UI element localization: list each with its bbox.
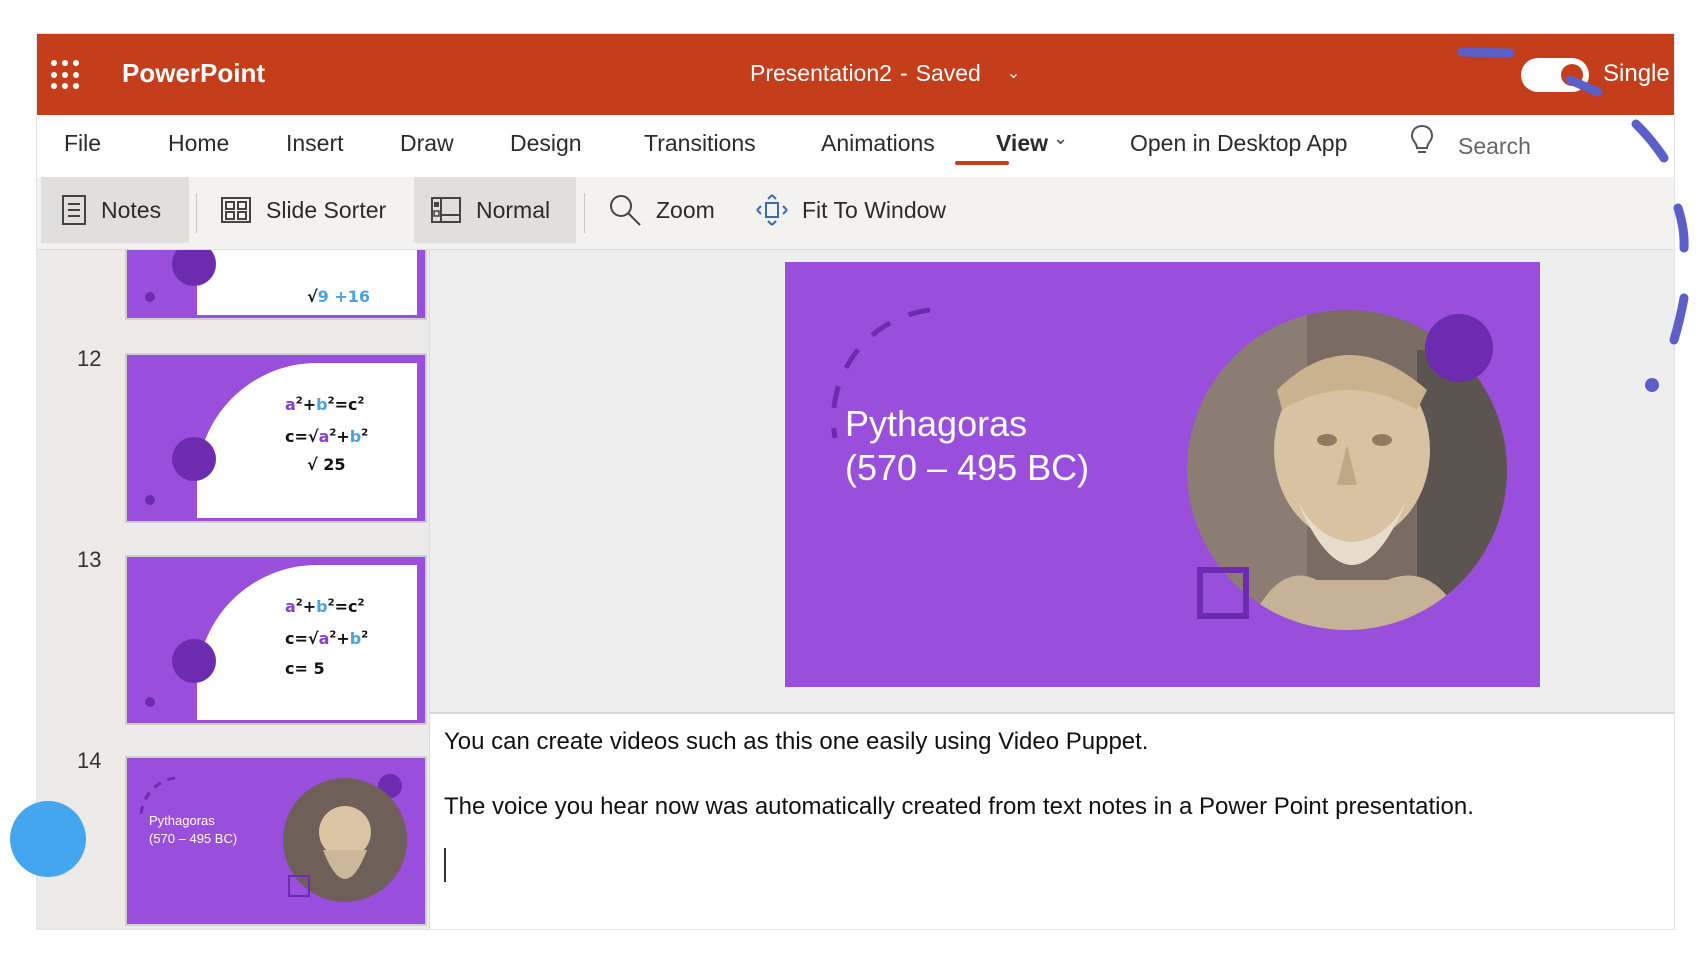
tab-file[interactable]: File <box>64 130 101 157</box>
normal-view-label: Normal <box>476 196 551 223</box>
chevron-down-icon[interactable]: ⌄ <box>1007 63 1020 83</box>
text-caret <box>444 848 446 882</box>
slide-sorter-icon <box>221 197 251 223</box>
tab-insert[interactable]: Insert <box>286 130 344 157</box>
notes-line-2[interactable]: The voice you hear now was automatically… <box>444 793 1474 821</box>
tab-animations[interactable]: Animations <box>821 130 935 157</box>
slide-thumbnail-13[interactable]: a2+b2=c2 c=√a2+b2 c= 5 <box>125 555 427 725</box>
slide-sorter-label: Slide Sorter <box>266 196 387 223</box>
notes-line-1[interactable]: You can create videos such as this one e… <box>444 728 1148 756</box>
formula-text: 9 +16 <box>317 287 371 306</box>
ribbon-divider <box>584 193 585 233</box>
title-separator: - <box>899 60 908 86</box>
save-status: Saved <box>915 60 981 86</box>
slide-thumbnail-pane[interactable]: √9 +16 12 a2+b2=c2 c=√a2+b2 √ 25 13 a2+b… <box>37 250 430 929</box>
slide-thumbnail-11[interactable]: √9 +16 <box>125 250 427 320</box>
formula: c=√a2+b2 <box>285 427 369 446</box>
title-bar: PowerPoint Presentation2- Saved ⌄ Single <box>37 34 1674 115</box>
cursor-highlight <box>10 801 86 877</box>
slide-thumbnail-14[interactable]: Pythagoras (570 – 495 BC) <box>125 756 427 926</box>
document-name: Presentation2 <box>750 60 892 86</box>
fit-to-window-label: Fit To Window <box>802 196 947 223</box>
formula: c= 5 <box>285 659 325 678</box>
more-tabs-chevron-icon[interactable]: ⌄ <box>1053 128 1068 149</box>
lightbulb-icon[interactable] <box>1410 124 1434 161</box>
normal-view-icon <box>431 197 461 223</box>
formula: c=√a2+b2 <box>285 629 369 648</box>
formula: a2+b2=c2 <box>285 395 365 414</box>
open-in-desktop-app-button[interactable]: Open in Desktop App <box>1130 130 1347 157</box>
slide-title-line1: Pythagoras <box>845 403 1028 444</box>
active-tab-indicator <box>955 161 1009 165</box>
slide-title-line2: (570 – 495 BC) <box>845 447 1090 488</box>
tab-design[interactable]: Design <box>510 130 582 157</box>
notes-button[interactable]: Notes <box>41 177 189 243</box>
normal-view-button[interactable]: Normal <box>414 177 576 243</box>
app-launcher-icon[interactable] <box>51 60 81 90</box>
slide-sorter-button[interactable]: Slide Sorter <box>220 177 386 243</box>
slide-number: 13 <box>77 547 102 572</box>
pen-annotation-strokes <box>1457 47 1689 392</box>
slide-title[interactable]: Pythagoras (570 – 495 BC) <box>845 402 1089 490</box>
decor-small-dot <box>145 697 155 707</box>
app-name: PowerPoint <box>122 58 266 88</box>
tab-transitions[interactable]: Transitions <box>644 130 756 157</box>
zoom-button[interactable]: Zoom <box>608 177 715 243</box>
decor-small-dot <box>145 495 155 505</box>
ribbon-divider <box>196 193 197 233</box>
thumbnail-title-line2: (570 – 495 BC) <box>149 831 238 846</box>
slide-number: 14 <box>77 748 102 773</box>
decor-dot <box>172 437 216 481</box>
decor-small-dot <box>145 292 155 302</box>
formula: √ 25 <box>307 455 346 474</box>
notes-icon <box>62 195 86 225</box>
tab-view[interactable]: View <box>996 130 1048 157</box>
thumbnail-title-line1: Pythagoras <box>149 813 215 828</box>
magnifier-icon <box>610 195 641 226</box>
slide-thumbnail-12[interactable]: a2+b2=c2 c=√a2+b2 √ 25 <box>125 353 427 523</box>
formula: a2+b2=c2 <box>285 597 365 616</box>
decor-square <box>1197 567 1249 619</box>
slide-number: 12 <box>77 346 102 371</box>
zoom-label: Zoom <box>656 196 715 223</box>
tab-draw[interactable]: Draw <box>400 130 454 157</box>
formula: √9 +16 <box>307 287 371 306</box>
notes-label: Notes <box>101 196 162 223</box>
current-slide[interactable]: Pythagoras (570 – 495 BC) <box>785 262 1540 687</box>
decor-dot <box>172 639 216 683</box>
tab-home[interactable]: Home <box>168 130 229 157</box>
thumbnail-title: Pythagoras (570 – 495 BC) <box>149 812 237 848</box>
fit-to-window-icon <box>756 194 788 226</box>
document-title[interactable]: Presentation2- Saved ⌄ <box>750 60 1020 87</box>
fit-to-window-button[interactable]: Fit To Window <box>756 177 946 243</box>
